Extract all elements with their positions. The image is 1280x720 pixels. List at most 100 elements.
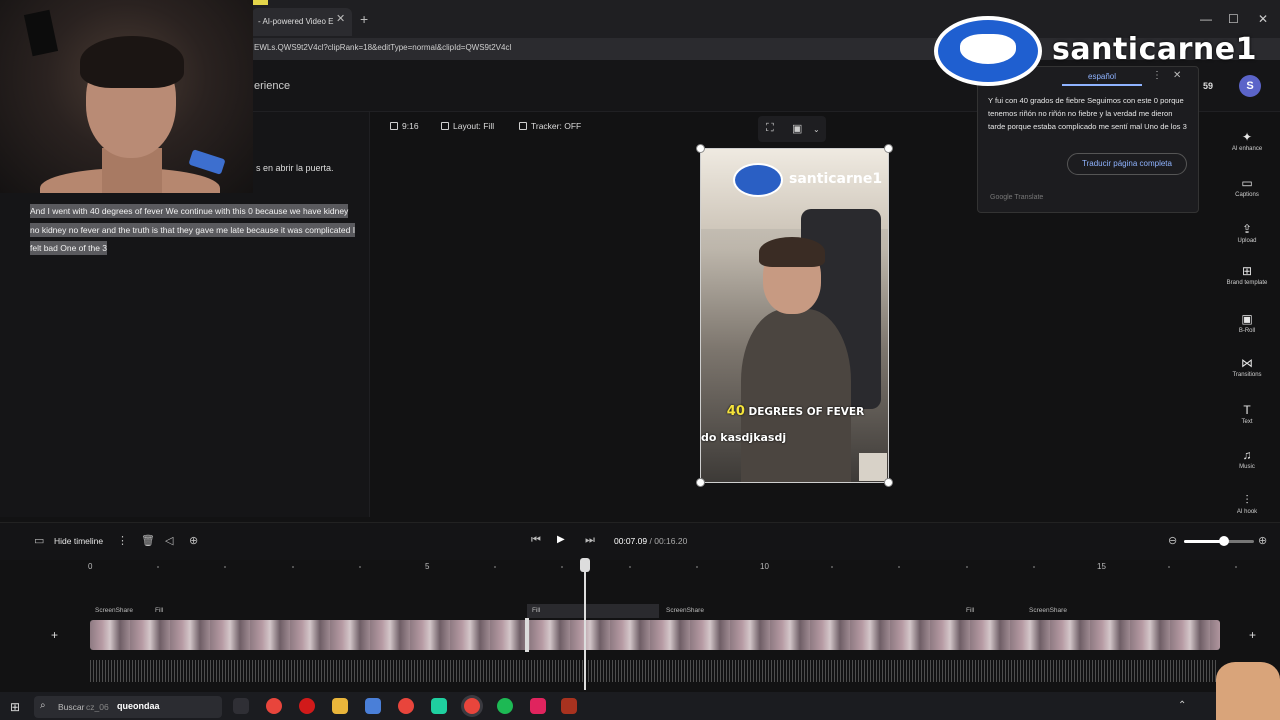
snap-icon[interactable]: ⊕ xyxy=(189,534,198,547)
new-tab-icon[interactable]: + xyxy=(360,11,368,27)
clip-split-marker[interactable] xyxy=(525,618,529,652)
transcript-line[interactable]: s en abrir la puerta. xyxy=(256,163,334,173)
url-text[interactable]: EWLs.QWS9t2V4cl?clipRank=18&editType=nor… xyxy=(254,43,511,52)
video-track[interactable] xyxy=(90,620,1220,650)
cartoon-avatar xyxy=(859,453,887,481)
caption-line-1[interactable]: 40 DEGREES OF FEVER xyxy=(701,404,888,419)
audio-waveform[interactable] xyxy=(90,660,1218,682)
app-icon[interactable] xyxy=(431,698,447,714)
playhead-knob[interactable] xyxy=(580,558,590,572)
ruler-dot xyxy=(494,566,496,568)
translated-text: Y fui con 40 grados de fiebre Seguimos c… xyxy=(988,96,1187,132)
spotify-icon[interactable] xyxy=(497,698,513,714)
tool-music[interactable]: ♫ Music xyxy=(1226,448,1268,471)
search-icon: ⌕ xyxy=(40,700,46,711)
crop-icon[interactable]: ⛶ xyxy=(766,122,774,135)
zoom-in-icon[interactable]: ⊕ xyxy=(1258,534,1267,547)
resize-handle-tl[interactable] xyxy=(696,144,705,153)
tool-captions[interactable]: ▭ Captions xyxy=(1226,176,1268,199)
tool-upload[interactable]: ⇪ Upload xyxy=(1226,222,1268,245)
resize-handle-br[interactable] xyxy=(884,478,893,487)
more-options-icon[interactable]: ⋮ xyxy=(1152,70,1162,81)
task-view-icon[interactable] xyxy=(233,698,249,714)
current-time: 00:07.09 xyxy=(614,536,648,546)
minimize-icon[interactable]: — xyxy=(1200,12,1212,26)
ruler-dot xyxy=(224,566,226,568)
playhead[interactable] xyxy=(584,560,586,690)
ruler-dot xyxy=(966,566,968,568)
zoom-slider-knob[interactable] xyxy=(1219,536,1229,546)
track-label: Fill xyxy=(155,607,164,614)
maximize-icon[interactable]: ☐ xyxy=(1228,12,1239,26)
music-icon: ♫ xyxy=(1242,448,1252,462)
handshake-logo xyxy=(733,163,783,197)
copilot-icon[interactable] xyxy=(365,698,381,714)
delete-icon[interactable]: 🗑 xyxy=(141,534,155,547)
translate-page-button[interactable]: Traducir página completa xyxy=(1067,153,1187,175)
caption-line-2[interactable]: do kasdjkasdj xyxy=(701,431,786,444)
windows-start-icon[interactable]: ⊞ xyxy=(10,700,20,714)
tracker-icon xyxy=(519,122,527,130)
chevron-up-icon[interactable]: ⌃ xyxy=(1178,700,1186,711)
chevron-down-icon[interactable]: ⌄ xyxy=(813,125,820,134)
selected-transcript-text[interactable]: And I went with 40 degrees of fever We c… xyxy=(30,204,356,255)
tool-b-roll[interactable]: ▣ B-Roll xyxy=(1226,312,1268,335)
translate-language-tab[interactable]: español xyxy=(1088,72,1116,81)
webcam-person-hair xyxy=(80,36,184,88)
play-icon[interactable]: ▶ xyxy=(557,534,565,545)
ruler-dot xyxy=(359,566,361,568)
chrome-profile-icon[interactable] xyxy=(398,698,414,714)
tool-label: Captions xyxy=(1235,192,1259,198)
close-tab-icon[interactable]: ✕ xyxy=(336,12,345,25)
add-clip-right-icon[interactable]: + xyxy=(1249,628,1256,642)
upload-icon: ⇪ xyxy=(1241,222,1253,236)
volume-icon[interactable]: ◁ xyxy=(165,534,173,547)
skip-back-icon[interactable]: ⏮ xyxy=(531,534,541,547)
chrome-active-icon[interactable] xyxy=(464,698,480,714)
tool-text[interactable]: T Text xyxy=(1226,403,1268,426)
split-icon[interactable]: ⋮ xyxy=(117,534,128,547)
timecode: 00:07.09 / 00:16.20 xyxy=(614,536,687,546)
replace-media-icon[interactable]: ▣ xyxy=(792,122,802,135)
tool-ai-hook[interactable]: ⫶ AI hook xyxy=(1226,493,1268,516)
aspect-ratio-button[interactable]: 9:16 xyxy=(390,121,419,131)
caption-highlight: 40 xyxy=(726,404,745,419)
layout-button[interactable]: Layout: Fill xyxy=(441,121,494,131)
add-clip-left-icon[interactable]: + xyxy=(51,628,58,642)
resize-handle-bl[interactable] xyxy=(696,478,705,487)
tool-brand-template[interactable]: ⊞ Brand template xyxy=(1226,264,1268,287)
winrar-icon[interactable] xyxy=(561,698,577,714)
hide-timeline-button[interactable]: Hide timeline xyxy=(54,536,103,546)
project-title: erience xyxy=(254,80,291,92)
ruler-dot xyxy=(831,566,833,568)
timeline-icon[interactable]: ▭ xyxy=(34,534,44,547)
opera-icon[interactable] xyxy=(299,698,315,714)
close-window-icon[interactable]: ✕ xyxy=(1258,12,1268,26)
text-icon: T xyxy=(1243,403,1251,417)
selected-transcript[interactable]: And I went with 40 degrees of fever We c… xyxy=(30,202,360,258)
tracker-button[interactable]: Tracker: OFF xyxy=(519,121,581,131)
user-avatar[interactable]: S xyxy=(1239,75,1261,97)
ruler-dot xyxy=(629,566,631,568)
language-tab-underline xyxy=(1062,84,1142,86)
time-separator: / xyxy=(649,536,652,546)
skip-forward-icon[interactable]: ⏭ xyxy=(585,534,595,547)
tool-ai-enhance[interactable]: ✦ AI enhance xyxy=(1226,130,1268,153)
resize-handle-tr[interactable] xyxy=(884,144,893,153)
ruler-dot xyxy=(1033,566,1035,568)
chrome-icon[interactable] xyxy=(266,698,282,714)
track-label: ScreenShare xyxy=(95,607,133,614)
file-explorer-icon[interactable] xyxy=(332,698,348,714)
tiktok-icon[interactable] xyxy=(530,698,546,714)
tool-label: Transitions xyxy=(1232,372,1262,378)
zoom-out-icon[interactable]: ⊖ xyxy=(1168,534,1177,547)
track-label: ScreenShare xyxy=(666,607,704,614)
preview-brand-text: santicarne1 xyxy=(789,171,883,187)
close-popup-icon[interactable]: ✕ xyxy=(1173,70,1181,81)
expand-icon xyxy=(441,122,449,130)
tool-transitions[interactable]: ⋈ Transitions xyxy=(1226,356,1268,379)
ruler-dot xyxy=(292,566,294,568)
ruler-tick-10: 10 xyxy=(760,562,769,571)
ruler-dot xyxy=(157,566,159,568)
video-preview[interactable]: santicarne1 40 DEGREES OF FEVER do kasdj… xyxy=(700,148,889,483)
